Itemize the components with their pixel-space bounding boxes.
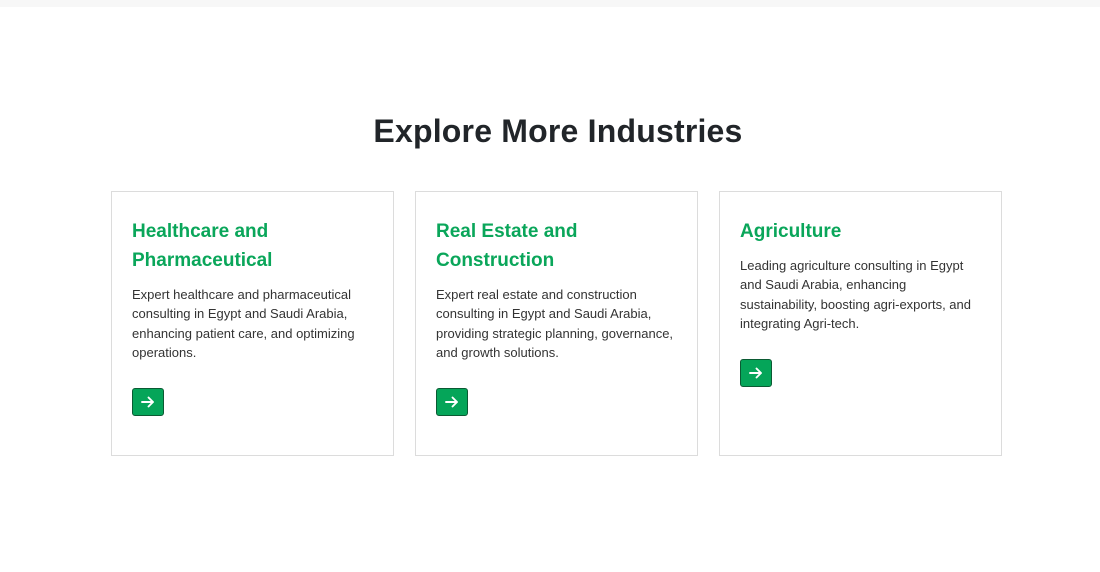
- card-description: Expert healthcare and pharmaceutical con…: [132, 287, 355, 361]
- industry-card-real-estate: Real Estate and Construction Expert real…: [415, 191, 698, 456]
- arrow-right-icon: [749, 367, 763, 379]
- card-title[interactable]: Agriculture: [740, 217, 985, 246]
- arrow-right-icon: [141, 396, 155, 408]
- industry-card-agriculture: Agriculture Leading agriculture consulti…: [719, 191, 1002, 456]
- card-title[interactable]: Real Estate and Construction: [436, 217, 681, 275]
- card-description: Expert real estate and construction cons…: [436, 287, 674, 361]
- card-arrow-button[interactable]: [132, 388, 164, 416]
- card-title[interactable]: Healthcare and Pharmaceutical: [132, 217, 377, 275]
- arrow-right-icon: [445, 396, 459, 408]
- top-divider-strip: [0, 0, 1100, 7]
- industry-card-healthcare: Healthcare and Pharmaceutical Expert hea…: [111, 191, 394, 456]
- section-title: Explore More Industries: [373, 113, 743, 149]
- card-arrow-button[interactable]: [436, 388, 468, 416]
- card-description: Leading agriculture consulting in Egypt …: [740, 258, 971, 332]
- card-arrow-button[interactable]: [740, 359, 772, 387]
